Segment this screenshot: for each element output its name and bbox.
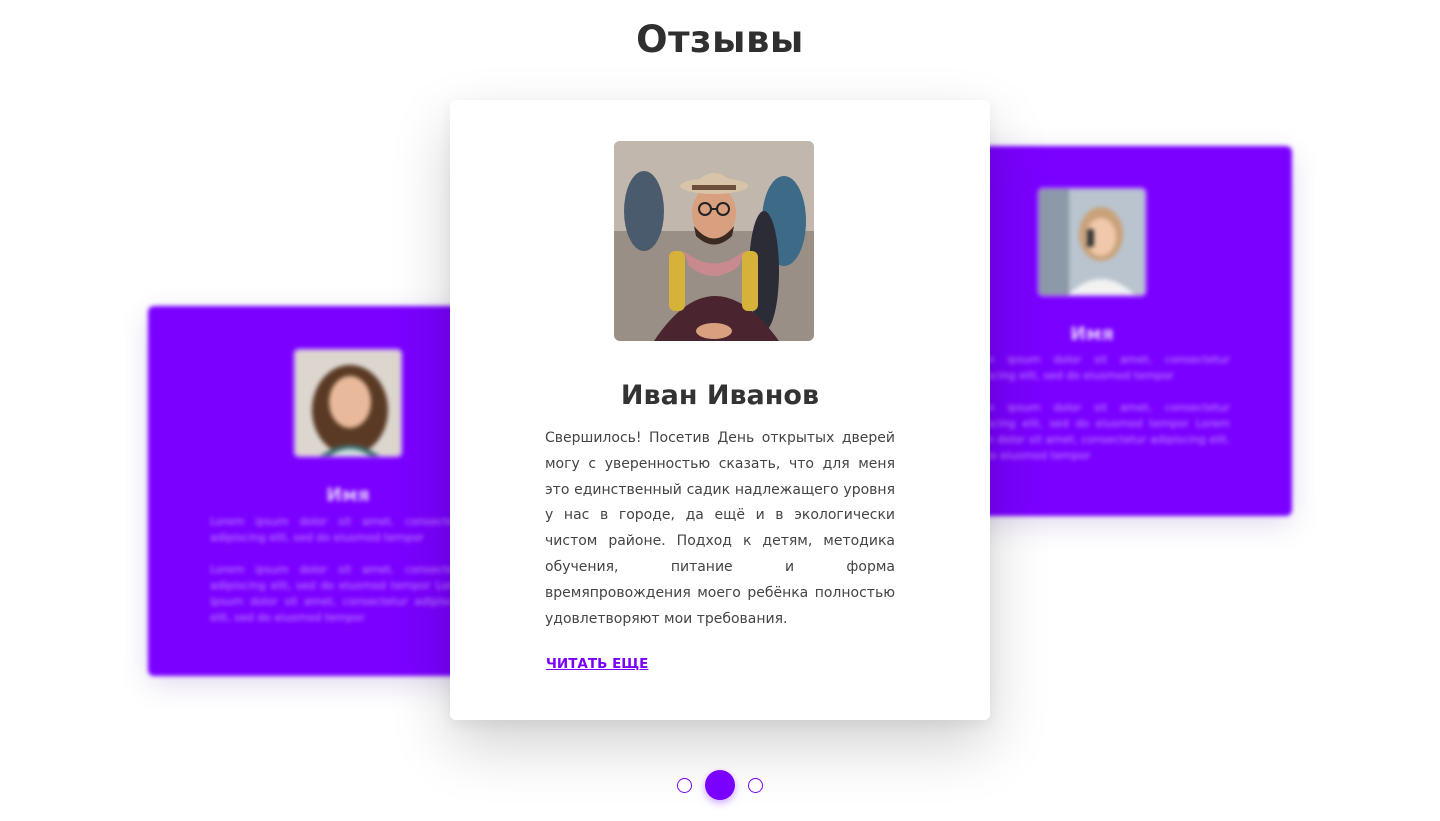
testimonial-card-prev[interactable]: Имя Lorem ipsum dolor sit amet, consecte…	[148, 306, 488, 676]
review-text: Lorem ipsum dolor sit amet, consectetur …	[960, 353, 1230, 462]
testimonial-card-next[interactable]: Имя Lorem ipsum dolor sit amet, consecte…	[960, 146, 1292, 516]
review-text: Свершилось! Посетив День открытых дверей…	[545, 430, 895, 627]
review-text: Lorem ipsum dolor sit amet, consectetur …	[210, 515, 470, 624]
reviewer-name: Имя	[1070, 323, 1114, 345]
reviewer-name: Иван Иванов	[620, 380, 820, 411]
avatar-photo	[293, 348, 403, 458]
pagination-dot[interactable]	[748, 778, 763, 793]
read-more-link[interactable]: ЧИТАТЬ ЕЩЕ	[546, 656, 648, 672]
pagination-dot-active[interactable]	[705, 770, 735, 800]
avatar-photo	[1037, 187, 1147, 297]
avatar-photo	[614, 141, 814, 341]
carousel-pagination	[0, 770, 1440, 800]
section-title: Отзывы	[636, 18, 804, 61]
testimonial-card-active: Иван Иванов Свершилось! Посетив День отк…	[450, 100, 990, 720]
pagination-dot[interactable]	[677, 778, 692, 793]
reviewer-name: Имя	[326, 484, 370, 506]
